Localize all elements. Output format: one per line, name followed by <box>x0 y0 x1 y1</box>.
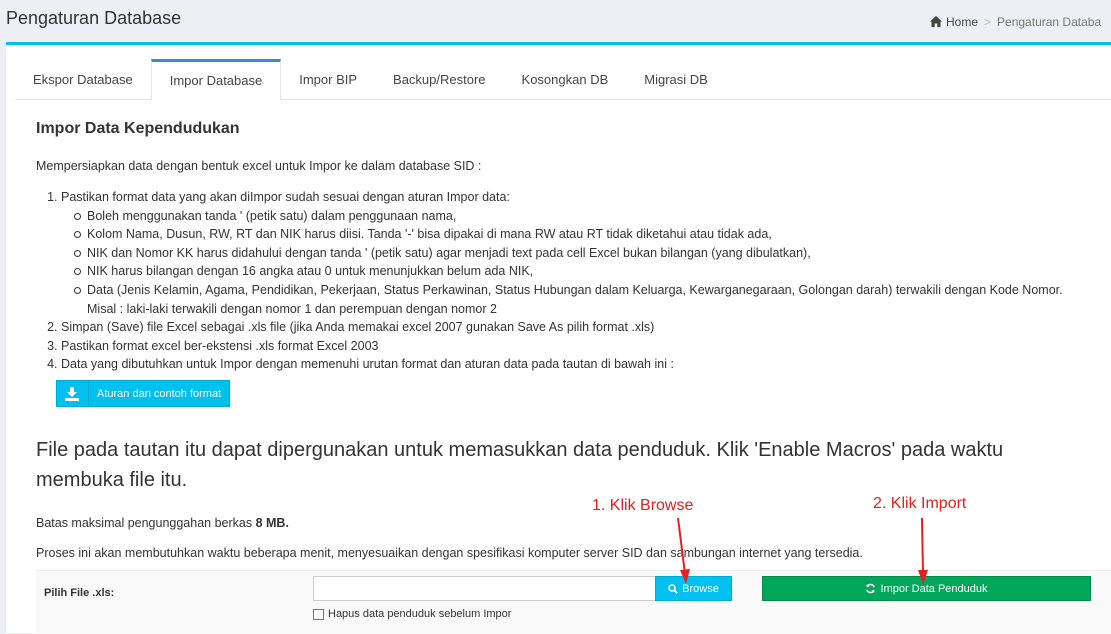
button-divider <box>88 380 89 407</box>
home-icon <box>930 16 942 27</box>
annotation-arrow-import-icon <box>918 518 928 584</box>
tab-impor-database[interactable]: Impor Database <box>150 59 282 100</box>
substep-continuation: Misal : laki-laki terwakili dengan nomor… <box>87 301 497 316</box>
browse-label: Browse <box>682 582 719 595</box>
tab-ekspor-database[interactable]: Ekspor Database <box>15 59 151 99</box>
download-icon <box>65 386 79 401</box>
file-label: Pilih File .xls: <box>44 587 115 599</box>
substep-item: Boleh menggunakan tanda ' (petik satu) d… <box>73 207 1063 226</box>
step-item: Pastikan format excel ber-ekstensi .xls … <box>61 337 1063 356</box>
delete-before-import-checkbox[interactable] <box>313 608 324 620</box>
breadcrumb-home-link[interactable]: Home <box>946 15 978 29</box>
upload-limit-prefix: Batas maksimal pengunggahan berkas <box>36 516 256 530</box>
file-path-input[interactable] <box>313 576 656 601</box>
intro-text: Mempersiapkan data dengan bentuk excel u… <box>36 159 482 173</box>
tab-bar: Ekspor Database Impor Database Impor BIP… <box>15 59 1111 100</box>
step-text: Pastikan format data yang akan diImpor s… <box>61 190 510 204</box>
delete-before-import-option[interactable]: Hapus data penduduk sebelum Impor <box>313 608 511 620</box>
substep-item: Data (Jenis Kelamin, Agama, Pendidikan, … <box>73 281 1063 300</box>
annotation-click-browse: 1. Klik Browse <box>592 497 694 514</box>
tab-kosongkan-db[interactable]: Kosongkan DB <box>504 59 627 99</box>
steps-list: Pastikan format data yang akan diImpor s… <box>36 188 1063 374</box>
tab-impor-bip[interactable]: Impor BIP <box>281 59 375 99</box>
step-item: Simpan (Save) file Excel sebagai .xls fi… <box>61 318 1063 337</box>
content-box: Ekspor Database Impor Database Impor BIP… <box>6 42 1111 634</box>
browse-button[interactable]: Browse <box>655 576 732 601</box>
process-notice: Proses ini akan membutuhkan waktu bebera… <box>36 546 863 560</box>
download-format-button[interactable]: Aturan dan contoh format <box>56 380 230 407</box>
page-header: Pengaturan Database Home > Pengaturan Data… <box>0 0 1111 42</box>
substep-item: NIK harus bilangan dengan 16 angka atau … <box>73 262 1063 281</box>
step-item: Data yang dibutuhkan untuk Impor dengan … <box>61 355 1063 374</box>
search-icon <box>668 583 679 594</box>
step-item: Pastikan format data yang akan diImpor s… <box>61 188 1063 318</box>
substep-item: Kolom Nama, Dusun, RW, RT dan NIK harus … <box>73 225 1063 244</box>
substeps-list: Boleh menggunakan tanda ' (petik satu) d… <box>61 207 1063 319</box>
annotation-arrow-browse-icon <box>677 518 690 584</box>
upload-limit: Batas maksimal pengunggahan berkas 8 MB. <box>36 516 289 530</box>
substep-item: NIK dan Nomor KK harus didahului dengan … <box>73 244 1063 263</box>
delete-before-import-label: Hapus data penduduk sebelum Impor <box>328 608 512 620</box>
page-title: Pengaturan Database <box>6 8 182 28</box>
upload-limit-value: 8 MB. <box>255 516 289 530</box>
section-title: Impor Data Kependudukan <box>36 120 240 137</box>
breadcrumb: Home > Pengaturan Databa <box>930 15 1101 29</box>
breadcrumb-current: Pengaturan Databa <box>997 15 1102 29</box>
import-label: Impor Data Penduduk <box>880 582 988 595</box>
annotation-click-import: 2. Klik Import <box>873 495 967 512</box>
download-format-label: Aturan dan contoh format <box>97 387 222 400</box>
refresh-icon <box>866 583 876 594</box>
tab-migrasi-db[interactable]: Migrasi DB <box>626 59 726 99</box>
breadcrumb-separator: > <box>984 15 992 29</box>
import-form: Pilih File .xls: Browse Impor Data Pendu… <box>36 570 1111 634</box>
tab-backup-restore[interactable]: Backup/Restore <box>375 59 504 99</box>
macro-notice: File pada tautan itu dapat dipergunakan … <box>36 439 1004 491</box>
